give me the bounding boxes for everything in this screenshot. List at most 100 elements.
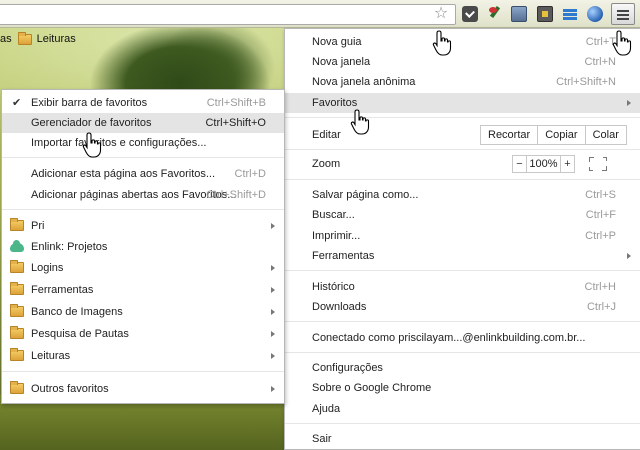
menu-separator	[2, 157, 284, 158]
fullscreen-icon[interactable]	[589, 157, 607, 171]
menu-item-configuracoes[interactable]: Configurações	[285, 358, 640, 378]
menu-item-label: Buscar...	[312, 209, 355, 221]
folder-icon	[17, 31, 32, 45]
bookmark-leituras-label: Leituras	[36, 33, 76, 45]
menu-item-nova-janela[interactable]: Nova janela Ctrl+N	[285, 52, 640, 72]
menu-item-label: Ajuda	[312, 403, 341, 415]
menu-separator	[2, 209, 284, 210]
zoom-out-button[interactable]: −	[512, 155, 527, 173]
menu-item-label: Nova janela	[312, 56, 371, 68]
address-bar[interactable]	[0, 4, 456, 25]
menu-item-label: Downloads	[312, 301, 367, 313]
dice-extension-icon[interactable]	[537, 6, 553, 22]
star-icon[interactable]: ☆	[432, 5, 450, 23]
menu-item-favoritos[interactable]: Favoritos	[285, 93, 640, 113]
fav-item-enlink-projetos[interactable]: Enlink: Projetos	[2, 237, 284, 257]
menu-separator	[285, 352, 640, 353]
menu-item-label: Nova janela anônima	[312, 76, 416, 88]
fav-folder-pesquisa-pautas[interactable]: Pesquisa de Pautas	[2, 324, 284, 344]
menu-item-nova-janela-anonima[interactable]: Nova janela anônima Ctrl+Shift+N	[285, 72, 640, 92]
menu-item-shortcut: Ctrl+S	[585, 189, 616, 201]
folder-icon	[10, 282, 24, 295]
menu-item-sobre[interactable]: Sobre o Google Chrome	[285, 378, 640, 398]
menu-item-label: Importar favoritos e configurações...	[31, 137, 207, 149]
menu-item-zoom: Zoom − 100% +	[285, 153, 640, 175]
zoom-control-group: − 100% +	[512, 154, 607, 174]
chrome-menu-button[interactable]	[611, 3, 635, 25]
menu-item-conectado[interactable]: Conectado como priscilayam...@enlinkbuil…	[285, 328, 640, 348]
menu-item-shortcut: Ctrl+Shift+O	[205, 117, 266, 129]
menu-item-shortcut: Ctrl+D	[234, 168, 266, 180]
menu-item-label: Pri	[31, 220, 45, 232]
zoom-in-button[interactable]: +	[560, 155, 575, 173]
menu-item-label: Leituras	[31, 350, 71, 362]
menu-item-label: Gerenciador de favoritos	[31, 117, 152, 129]
hand-cursor-icon	[432, 30, 454, 56]
menu-item-sair[interactable]: Sair	[285, 429, 640, 449]
menu-separator	[285, 270, 640, 271]
globe-extension-icon[interactable]	[587, 6, 603, 22]
menu-item-label: Sobre o Google Chrome	[312, 382, 432, 394]
menu-separator	[285, 179, 640, 180]
submenu-arrow-icon	[271, 309, 275, 315]
menu-item-imprimir[interactable]: Imprimir... Ctrl+P	[285, 226, 640, 246]
menu-item-historico[interactable]: Histórico Ctrl+H	[285, 277, 640, 297]
menu-item-label: Conectado como priscilayam...@enlinkbuil…	[312, 332, 586, 344]
menu-item-label: Nova guia	[312, 36, 362, 48]
menu-item-label: Exibir barra de favoritos	[31, 97, 148, 109]
menu-item-label: Ferramentas	[312, 250, 375, 262]
fav-item-importar[interactable]: Importar favoritos e configurações...	[2, 133, 284, 153]
menu-item-buscar[interactable]: Buscar... Ctrl+F	[285, 205, 640, 225]
browser-toolbar: ☆	[0, 0, 640, 28]
copiar-button[interactable]: Copiar	[537, 125, 586, 145]
colar-button[interactable]: Colar	[584, 125, 627, 145]
bookmarks-bar: as Leituras	[0, 28, 285, 50]
pin-extension-icon[interactable]	[487, 6, 503, 22]
menu-separator	[2, 371, 284, 372]
bookmark-partial-item[interactable]: as	[0, 33, 12, 45]
check-icon: ✔	[12, 97, 22, 109]
bookmark-leituras[interactable]: Leituras	[17, 31, 76, 45]
menu-item-label: Favoritos	[312, 97, 358, 109]
fav-folder-outros[interactable]: Outros favoritos	[2, 379, 284, 399]
menu-separator	[285, 149, 640, 150]
menu-item-label: Editar	[312, 129, 341, 141]
folder-icon	[10, 326, 24, 339]
menu-item-label: Zoom	[312, 158, 341, 170]
menu-separator	[285, 321, 640, 322]
menu-separator	[285, 117, 640, 118]
fav-folder-logins[interactable]: Logins	[2, 258, 284, 278]
menu-item-ferramentas[interactable]: Ferramentas	[285, 246, 640, 266]
folder-icon	[10, 304, 24, 317]
screenshot-extension-icon[interactable]	[511, 6, 527, 22]
menu-item-shortcut: Ctrl+P	[585, 230, 616, 242]
menu-item-salvar[interactable]: Salvar página como... Ctrl+S	[285, 185, 640, 205]
menu-item-editar: Editar Recortar Copiar Colar	[285, 123, 640, 147]
submenu-arrow-icon	[271, 386, 275, 392]
cloud-icon	[10, 240, 24, 252]
submenu-arrow-icon	[627, 253, 631, 259]
pocket-extension-icon[interactable]	[462, 6, 478, 22]
submenu-arrow-icon	[271, 287, 275, 293]
menu-separator	[285, 423, 640, 424]
fav-item-adicionar-pagina[interactable]: Adicionar esta página aos Favoritos... C…	[2, 164, 284, 184]
fav-folder-leituras[interactable]: Leituras	[2, 346, 284, 366]
menu-item-nova-guia[interactable]: Nova guia Ctrl+T	[285, 32, 640, 52]
recortar-button[interactable]: Recortar	[480, 125, 539, 145]
hand-cursor-icon	[82, 132, 104, 158]
menu-item-ajuda[interactable]: Ajuda	[285, 399, 640, 419]
menu-item-shortcut: Ctrl+H	[584, 281, 616, 293]
fav-item-adicionar-abertas[interactable]: Adicionar páginas abertas aos Favoritos.…	[2, 185, 284, 205]
menu-item-label: Logins	[31, 262, 64, 274]
fav-item-exibir-barra[interactable]: ✔ Exibir barra de favoritos Ctrl+Shift+B	[2, 93, 284, 113]
fav-folder-ferramentas[interactable]: Ferramentas	[2, 280, 284, 300]
hand-cursor-icon	[612, 30, 634, 56]
folder-icon	[10, 218, 24, 231]
hamburger-menu-icon	[617, 10, 629, 12]
fav-item-gerenciador[interactable]: Gerenciador de favoritos Ctrl+Shift+O	[2, 113, 284, 133]
fav-folder-pri[interactable]: Pri	[2, 216, 284, 236]
fav-folder-banco-imagens[interactable]: Banco de Imagens	[2, 302, 284, 322]
menu-item-label: Salvar página como...	[312, 189, 419, 201]
menu-item-downloads[interactable]: Downloads Ctrl+J	[285, 297, 640, 317]
bars-extension-icon[interactable]	[562, 6, 578, 22]
